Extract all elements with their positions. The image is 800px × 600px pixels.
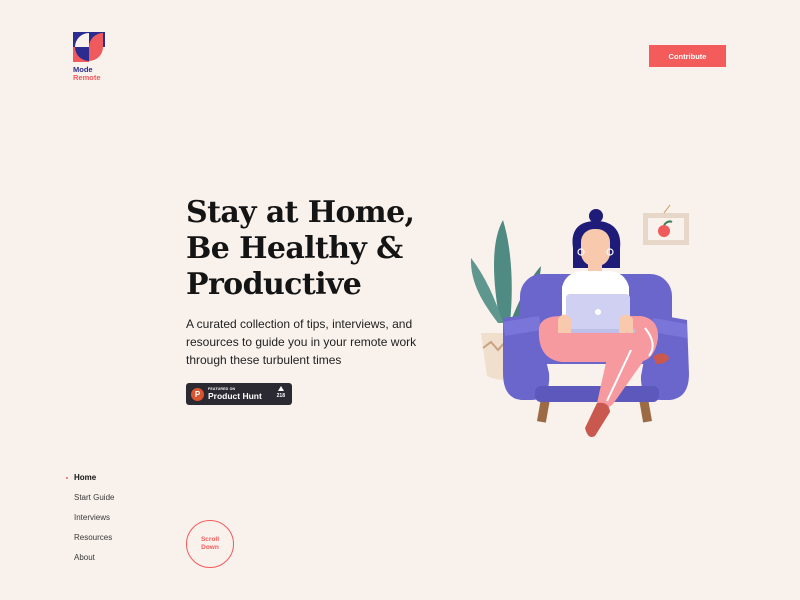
hero-description: A curated collection of tips, interviews… <box>186 315 426 369</box>
scroll-down-line1: Scroll <box>200 536 220 543</box>
upvote-triangle-icon <box>277 386 284 391</box>
hero-description-line: A curated collection of tips, interviews… <box>186 317 413 331</box>
mode-remote-logo-icon <box>73 32 105 62</box>
product-hunt-icon: P <box>191 387 204 401</box>
product-hunt-badge[interactable]: P FEATURED ON Product Hunt 218 <box>186 383 292 405</box>
nav-item-about[interactable]: About <box>74 552 114 572</box>
nav-item-start-guide[interactable]: Start Guide <box>74 492 114 512</box>
hero-title-line: Stay at Home, <box>186 195 415 230</box>
nav-item-resources[interactable]: Resources <box>74 532 114 552</box>
hero-title: Stay at Home, Be Healthy & Productive <box>186 195 456 303</box>
hero-description-line: resources to guide you in your remote wo… <box>186 335 417 349</box>
product-hunt-votes: 218 <box>277 386 285 399</box>
brand-name-line2: Remote <box>73 73 101 82</box>
hero-title-line: Be Healthy & <box>186 231 403 266</box>
hero-description-line: through these turbulent times <box>186 353 342 367</box>
contribute-button[interactable]: Contribute <box>649 45 726 67</box>
hero-title-line: Productive <box>186 267 362 302</box>
scroll-down-button[interactable]: Scroll Down <box>186 520 234 568</box>
brand-logo[interactable]: Mode Remote <box>73 32 113 82</box>
woman-on-armchair-illustration <box>470 204 689 437</box>
product-hunt-vote-count: 218 <box>276 393 285 399</box>
side-nav: Home Start Guide Interviews Resources Ab… <box>65 472 114 572</box>
nav-item-interviews[interactable]: Interviews <box>74 512 114 532</box>
nav-item-home[interactable]: Home <box>65 472 114 492</box>
apple-picture-frame <box>643 204 689 245</box>
scroll-down-line2: Down <box>201 544 219 551</box>
product-hunt-name: Product Hunt <box>208 391 262 401</box>
